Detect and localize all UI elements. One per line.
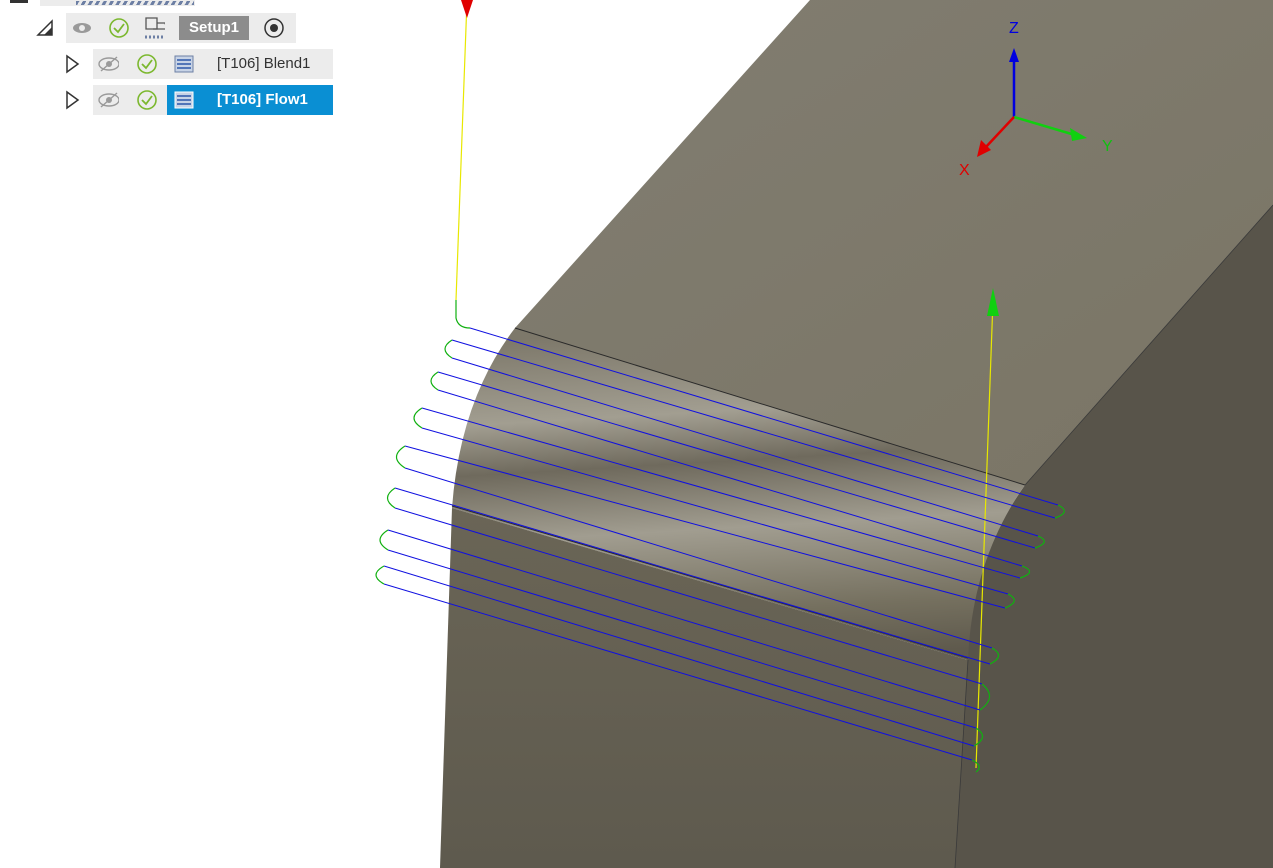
operation-label[interactable]: [T106] Blend1 <box>207 49 320 79</box>
part-model[interactable] <box>440 0 1273 868</box>
toolpath-op-icon <box>172 89 194 111</box>
origin-target-icon[interactable] <box>263 17 285 39</box>
toolpath-op-icon <box>172 53 194 75</box>
3d-viewport[interactable]: Z Y X <box>0 0 1273 868</box>
check-circle-icon[interactable] <box>136 89 158 111</box>
setup-label[interactable]: Setup1 <box>179 16 250 40</box>
parent-row-fragment <box>40 0 195 6</box>
operation-label-selected[interactable]: [T106] Flow1 <box>207 85 333 115</box>
eye-hidden-icon[interactable] <box>97 53 119 75</box>
axis-y-label: Y <box>1102 138 1113 155</box>
entry-arrow-icon <box>461 0 473 18</box>
setup-fixture-icon <box>143 16 165 39</box>
check-circle-icon[interactable] <box>136 53 158 75</box>
expand-triangle-icon[interactable] <box>63 90 81 110</box>
toolpath-rapid-entry <box>455 0 468 301</box>
axis-x-label: X <box>959 162 970 179</box>
eye-icon[interactable] <box>71 17 93 39</box>
eye-hidden-icon[interactable] <box>97 89 119 111</box>
browser-tree: Setup1 [T106] Blend1 [T106] Flow1 <box>0 0 340 120</box>
collapse-triangle-icon[interactable] <box>36 18 54 38</box>
check-circle-icon[interactable] <box>108 17 130 39</box>
collapse-bar-icon <box>10 0 28 3</box>
axis-z-label: Z <box>1009 20 1019 37</box>
expand-triangle-icon[interactable] <box>63 54 81 74</box>
